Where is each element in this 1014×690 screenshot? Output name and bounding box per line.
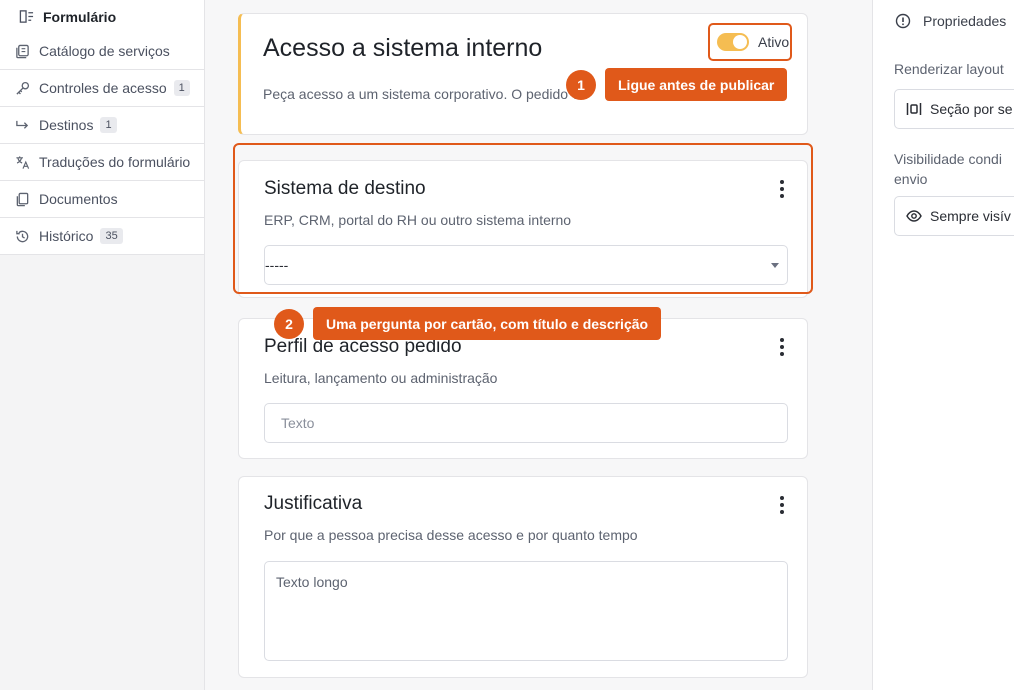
catalog-icon	[14, 43, 30, 59]
sidebar-item-label: Formulário	[43, 8, 117, 25]
question-menu-icon[interactable]	[779, 180, 785, 198]
visibility-label-line1: Visibilidade condi	[894, 151, 1002, 167]
properties-header: Propriedades	[895, 13, 1006, 29]
sidebar-item-documentos[interactable]: Documentos	[0, 181, 205, 218]
sidebar-item-formulario[interactable]: Formulário	[0, 0, 205, 33]
active-toggle-label: Ativo	[758, 34, 790, 50]
count-badge: 35	[100, 228, 123, 244]
question-description[interactable]: Leitura, lançamento ou administração	[264, 370, 497, 386]
callout-number-2: 2	[274, 309, 304, 339]
sidebar-item-historico[interactable]: Histórico 35	[0, 218, 205, 255]
active-toggle-container: Ativo	[708, 23, 792, 61]
visibility-label-line2: envio	[894, 171, 928, 187]
callout-tip-2: Uma pergunta por cartão, com título e de…	[313, 307, 662, 340]
sidebar-item-catalogo[interactable]: Catálogo de serviços	[0, 33, 205, 70]
question-card-sistema[interactable]: Sistema de destino ERP, CRM, portal do R…	[238, 160, 808, 298]
question-menu-icon[interactable]	[779, 338, 785, 356]
properties-panel: Propriedades Renderizar layout Seção por…	[872, 0, 1014, 690]
render-layout-select[interactable]: Seção por se	[894, 89, 1014, 129]
question-menu-icon[interactable]	[779, 496, 785, 514]
question-description[interactable]: ERP, CRM, portal do RH ou outro sistema …	[264, 212, 571, 228]
sidebar-item-label: Catálogo de serviços	[39, 43, 170, 59]
callout-tip-1: Ligue antes de publicar	[605, 68, 788, 101]
translate-icon	[14, 154, 30, 170]
documents-icon	[14, 191, 30, 207]
visibility-label: Visibilidade condi envio	[894, 149, 1002, 189]
question-textarea[interactable]: Texto longo	[264, 561, 788, 661]
left-sidebar: Formulário Catálogo de serviços Controle…	[0, 0, 205, 690]
section-layout-icon	[906, 102, 922, 116]
active-toggle[interactable]	[717, 33, 749, 51]
arrow-route-icon	[14, 117, 30, 133]
info-icon	[895, 13, 911, 29]
form-description[interactable]: Peça acesso a um sistema corporativo. O …	[263, 86, 587, 102]
form-icon	[18, 9, 34, 25]
callout-number-1: 1	[566, 70, 596, 100]
sidebar-item-label: Documentos	[39, 191, 118, 207]
visibility-value: Sempre visív	[930, 208, 1011, 224]
eye-icon	[906, 210, 922, 222]
question-text-input[interactable]: Texto	[264, 403, 788, 443]
key-icon	[14, 80, 30, 96]
toggle-knob	[733, 35, 747, 49]
count-badge: 1	[100, 117, 117, 133]
count-badge: 1	[173, 80, 190, 96]
question-select[interactable]: -----	[264, 245, 788, 285]
sidebar-item-label: Controles de acesso	[39, 80, 167, 96]
history-icon	[14, 228, 30, 244]
sidebar-item-destinos[interactable]: Destinos 1	[0, 107, 205, 144]
select-value: -----	[265, 257, 289, 273]
question-title[interactable]: Sistema de destino	[264, 178, 426, 200]
sidebar-item-label: Destinos	[39, 117, 94, 133]
question-description[interactable]: Por que a pessoa precisa desse acesso e …	[264, 527, 638, 543]
sidebar-item-label: Histórico	[39, 228, 94, 244]
visibility-select[interactable]: Sempre visív	[894, 196, 1014, 236]
render-layout-value: Seção por se	[930, 101, 1013, 117]
form-canvas: Acesso a sistema interno Peça acesso a u…	[205, 0, 872, 690]
sidebar-item-controles[interactable]: Controles de acesso 1	[0, 70, 205, 107]
chevron-down-icon	[771, 263, 779, 268]
sidebar-item-traducoes[interactable]: Traduções do formulário	[0, 144, 205, 181]
render-layout-label: Renderizar layout	[894, 61, 1004, 77]
form-title[interactable]: Acesso a sistema interno	[263, 34, 542, 63]
question-card-justificativa[interactable]: Justificativa Por que a pessoa precisa d…	[238, 476, 808, 678]
question-title[interactable]: Justificativa	[264, 493, 362, 515]
properties-title: Propriedades	[923, 13, 1007, 29]
textarea-placeholder: Texto longo	[276, 574, 348, 590]
sidebar-item-label: Traduções do formulário	[39, 154, 191, 170]
input-placeholder: Texto	[281, 415, 315, 431]
